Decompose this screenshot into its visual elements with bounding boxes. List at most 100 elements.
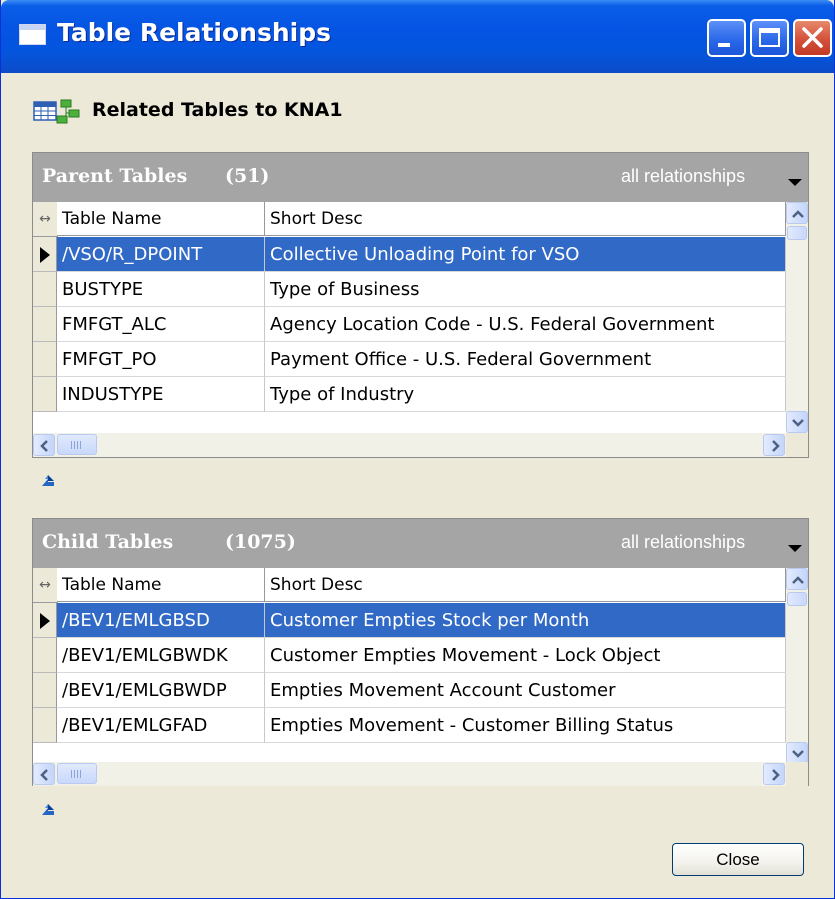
table-name-cell[interactable]: /BEV1/EMLGBWDK (57, 638, 265, 673)
table-name-cell[interactable]: /VSO/R_DPOINT (57, 237, 265, 272)
child-relationship-filter[interactable]: all relationships (621, 532, 745, 553)
short-desc-cell[interactable]: Customer Empties Movement - Lock Object (265, 638, 786, 673)
short-desc-cell[interactable]: Agency Location Code - U.S. Federal Gove… (265, 307, 786, 342)
navigate-up-icon[interactable] (40, 803, 56, 817)
child-tables-title: Child Tables (42, 531, 174, 553)
table-name-cell[interactable]: /BEV1/EMLGBSD (57, 603, 265, 638)
parent-tables-panel: Parent Tables (51) all relationships ↔ T… (32, 152, 809, 458)
chevron-down-icon[interactable] (788, 545, 802, 552)
related-tables-label: Related Tables to KNA1 (92, 99, 343, 121)
current-row-pointer-icon (40, 613, 50, 629)
table-name-cell[interactable]: BUSTYPE (57, 272, 265, 307)
short-desc-cell[interactable]: Collective Unloading Point for VSO (265, 237, 786, 272)
current-row-pointer-icon (40, 247, 50, 263)
table-name-cell[interactable]: /BEV1/EMLGBWDP (57, 673, 265, 708)
scroll-corner (786, 762, 808, 786)
child-tables-grid: ↔ Table Name Short Desc /BEV1/EMLGBSD Cu… (33, 568, 808, 764)
chevron-up-icon (792, 576, 804, 584)
column-resize-icon[interactable]: ↔ (33, 568, 58, 603)
vertical-scroll-thumb[interactable] (787, 592, 807, 606)
table-row[interactable]: /BEV1/EMLGBWDK Customer Empties Movement… (33, 638, 786, 674)
short-desc-cell[interactable]: Empties Movement - Customer Billing Stat… (265, 708, 786, 743)
scroll-down-button[interactable] (786, 411, 808, 433)
table-row[interactable]: /BEV1/EMLGBWDP Empties Movement Account … (33, 673, 786, 709)
title-bar[interactable]: Table Relationships (1, 0, 834, 73)
table-name-cell[interactable]: INDUSTYPE (57, 377, 265, 412)
window-title: Table Relationships (57, 18, 331, 47)
column-header-short-desc[interactable]: Short Desc (265, 568, 786, 602)
chevron-left-icon (40, 440, 48, 452)
table-row[interactable]: /BEV1/EMLGBSD Customer Empties Stock per… (33, 603, 786, 639)
table-name-cell[interactable]: FMFGT_ALC (57, 307, 265, 342)
short-desc-cell[interactable]: Empties Movement Account Customer (265, 673, 786, 708)
short-desc-cell[interactable]: Customer Empties Stock per Month (265, 603, 786, 638)
parent-tables-title: Parent Tables (42, 165, 188, 187)
horizontal-scrollbar[interactable] (33, 762, 808, 786)
parent-tables-header: Parent Tables (51) all relationships (33, 153, 808, 202)
table-row[interactable]: FMFGT_PO Payment Office - U.S. Federal G… (33, 342, 786, 378)
column-header-table-name[interactable]: Table Name (57, 568, 265, 602)
column-header-table-name[interactable]: Table Name (57, 202, 265, 236)
grid-header-row: ↔ Table Name Short Desc (33, 202, 786, 238)
row-selector[interactable] (33, 237, 57, 272)
table-row[interactable]: /VSO/R_DPOINT Collective Unloading Point… (33, 237, 786, 273)
parent-tables-count: (51) (225, 165, 270, 187)
chevron-right-icon (772, 440, 780, 452)
chevron-right-icon (772, 769, 780, 781)
row-selector[interactable] (33, 307, 57, 342)
window-icon (19, 24, 46, 45)
row-selector[interactable] (33, 673, 57, 708)
child-tables-count: (1075) (225, 531, 296, 553)
row-selector[interactable] (33, 377, 57, 412)
chevron-down-icon (792, 419, 804, 427)
horizontal-scrollbar[interactable] (33, 433, 808, 457)
chevron-left-icon (40, 769, 48, 781)
minimize-icon (718, 43, 730, 47)
vertical-scrollbar[interactable] (786, 202, 808, 433)
table-row[interactable]: INDUSTYPE Type of Industry (33, 377, 786, 413)
row-selector[interactable] (33, 603, 57, 638)
parent-tables-grid: ↔ Table Name Short Desc /VSO/R_DPOINT Co… (33, 202, 808, 433)
parent-relationship-filter[interactable]: all relationships (621, 166, 745, 187)
close-icon (802, 27, 823, 48)
child-tables-header: Child Tables (1075) all relationships (33, 519, 808, 568)
scroll-right-button[interactable] (763, 763, 785, 785)
column-resize-icon[interactable]: ↔ (33, 202, 58, 237)
row-selector[interactable] (33, 272, 57, 307)
row-selector[interactable] (33, 708, 57, 743)
scroll-corner (786, 433, 808, 457)
row-selector[interactable] (33, 638, 57, 673)
table-name-cell[interactable]: FMFGT_PO (57, 342, 265, 377)
maximize-button[interactable] (750, 19, 789, 57)
close-window-button[interactable] (793, 19, 832, 57)
short-desc-cell[interactable]: Type of Industry (265, 377, 786, 412)
vertical-scroll-thumb[interactable] (787, 226, 807, 240)
chevron-down-icon[interactable] (788, 179, 802, 186)
child-tables-panel: Child Tables (1075) all relationships ↔ … (32, 518, 809, 786)
table-row[interactable]: FMFGT_ALC Agency Location Code - U.S. Fe… (33, 307, 786, 343)
table-row[interactable]: /BEV1/EMLGFAD Empties Movement - Custome… (33, 708, 786, 744)
close-button[interactable]: Close (672, 843, 804, 876)
related-tables-icon (33, 99, 80, 124)
scroll-left-button[interactable] (33, 434, 55, 456)
grid-header-row: ↔ Table Name Short Desc (33, 568, 786, 604)
row-selector[interactable] (33, 342, 57, 377)
column-header-short-desc[interactable]: Short Desc (265, 202, 786, 236)
vertical-scrollbar[interactable] (786, 568, 808, 764)
scroll-left-button[interactable] (33, 763, 55, 785)
minimize-button[interactable] (707, 19, 746, 57)
table-relationships-window: Table Relationships Related Tables to KN… (0, 0, 835, 899)
scroll-down-button[interactable] (786, 742, 808, 764)
table-row[interactable]: BUSTYPE Type of Business (33, 272, 786, 308)
scroll-up-button[interactable] (786, 202, 808, 224)
maximize-icon (759, 28, 780, 47)
short-desc-cell[interactable]: Type of Business (265, 272, 786, 307)
table-name-cell[interactable]: /BEV1/EMLGFAD (57, 708, 265, 743)
horizontal-scroll-thumb[interactable] (57, 434, 97, 455)
navigate-up-icon[interactable] (40, 474, 56, 488)
scroll-right-button[interactable] (763, 434, 785, 456)
short-desc-cell[interactable]: Payment Office - U.S. Federal Government (265, 342, 786, 377)
scroll-up-button[interactable] (786, 568, 808, 590)
horizontal-scroll-thumb[interactable] (57, 763, 97, 784)
chevron-up-icon (792, 210, 804, 218)
